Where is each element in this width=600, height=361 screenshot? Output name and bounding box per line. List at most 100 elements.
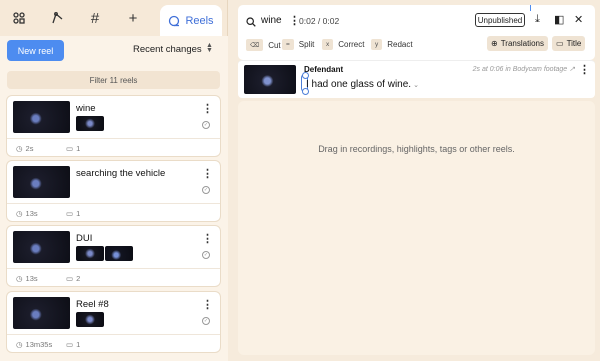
- reel-card[interactable]: DUI ⋮ ✓ ◷ 13s ▭ 2: [7, 226, 220, 286]
- correct-label: Correct: [338, 40, 365, 49]
- plus-icon[interactable]: +: [114, 0, 152, 36]
- hash-icon[interactable]: #: [76, 0, 114, 36]
- clip-row[interactable]: Defendant 2s at 0:06 in Bodycam footage …: [238, 60, 595, 98]
- transcript-text-value: I had one glass of wine.: [306, 79, 412, 90]
- reel-footer: ◷ 2s ▭ 1: [7, 138, 220, 156]
- reel-title: searching the vehicle: [76, 168, 166, 179]
- reel-footer: ◷ 13s ▭ 2: [7, 268, 220, 286]
- more-options-icon[interactable]: ⋮: [202, 298, 213, 311]
- reel-thumbnail: [13, 231, 70, 263]
- clip-thumbnail[interactable]: [244, 65, 296, 94]
- title-icon: ▭: [556, 39, 564, 48]
- filter-input[interactable]: Filter 11 reels: [7, 71, 220, 89]
- reel-clip-count-value: 1: [76, 144, 81, 153]
- reel-name[interactable]: wine: [261, 15, 282, 26]
- split-tool[interactable]: = Split: [282, 39, 314, 50]
- reels-list-panel: New reel Recent changes ▲ ▼ Filter 11 ree…: [0, 36, 228, 361]
- cut-label: Cut: [268, 40, 281, 50]
- correct-key: x: [322, 39, 334, 50]
- clock-icon: ◷: [16, 340, 23, 349]
- team-icon[interactable]: [0, 0, 38, 36]
- redact-label: Redact: [387, 40, 413, 49]
- transcript-text[interactable]: I had one glass of wine. ⌄: [306, 79, 419, 90]
- reel-clip-count: ▭ 2: [66, 274, 80, 283]
- reel-title: wine: [76, 103, 96, 114]
- drop-hint: Drag in recordings, highlights, tags or …: [318, 144, 515, 154]
- playback-time: 0:02 / 0:02: [299, 16, 340, 26]
- translations-label: Translations: [500, 39, 544, 48]
- chevron-down-icon[interactable]: ⌄: [413, 82, 419, 89]
- clock-icon: ◷: [16, 209, 23, 218]
- clip-source-link[interactable]: 2s at 0:06 in Bodycam footage ↗: [473, 65, 575, 73]
- title-button[interactable]: ▭ Title: [552, 36, 586, 51]
- reel-thumbnail: [13, 101, 70, 133]
- status-check-icon: ✓: [202, 317, 210, 325]
- drop-zone[interactable]: Drag in recordings, highlights, tags or …: [238, 101, 595, 355]
- speaker-name: Defendant: [304, 65, 344, 74]
- cut-key: ⌫: [246, 39, 264, 51]
- clip-thumbnail: [76, 246, 104, 261]
- reel-card[interactable]: wine ⋮ ✓ ◷ 2s ▭ 1: [7, 96, 220, 156]
- editor-toolbar: wine ⋮ 0:02 / 0:02 Unpublished ⤓ ◧ ✕ ⌫ Cu…: [238, 5, 595, 60]
- close-icon[interactable]: ✕: [574, 13, 583, 26]
- reel-footer: ◷ 13m35s ▭ 1: [7, 334, 220, 352]
- reel-duration-value: 13s: [25, 209, 38, 218]
- reels-icon: [169, 15, 180, 26]
- publish-status-button[interactable]: Unpublished: [475, 13, 525, 27]
- reel-duration-value: 13s: [25, 274, 38, 283]
- reel-title: DUI: [76, 233, 93, 244]
- reel-thumbnail: [13, 297, 70, 329]
- reel-duration-value: 13m35s: [25, 340, 53, 349]
- reel-duration-value: 2s: [25, 144, 34, 153]
- globe-icon: ⊕: [491, 39, 498, 48]
- reel-editor: wine ⋮ 0:02 / 0:02 Unpublished ⤓ ◧ ✕ ⌫ Cu…: [233, 0, 600, 361]
- download-icon[interactable]: ⤓: [535, 13, 540, 26]
- pen-icon[interactable]: [38, 0, 76, 36]
- more-options-icon[interactable]: ⋮: [202, 232, 213, 245]
- reel-duration: ◷ 2s: [16, 144, 33, 153]
- clip-menu-icon[interactable]: ⋮: [579, 63, 590, 76]
- cut-tool[interactable]: ⌫ Cut: [246, 39, 281, 51]
- reel-clip-count: ▭ 1: [66, 144, 80, 153]
- clip-thumbnail: [105, 246, 133, 261]
- reel-card[interactable]: Reel #8 ⋮ ✓ ◷ 13m35s ▭ 1: [7, 292, 220, 352]
- translations-button[interactable]: ⊕ Translations: [487, 36, 548, 51]
- status-check-icon: ✓: [202, 251, 210, 259]
- clip-icon: ▭: [66, 144, 74, 153]
- new-reel-button[interactable]: New reel: [7, 40, 64, 61]
- sidebar-toggle-icon[interactable]: ◧: [554, 13, 564, 26]
- status-check-icon: ✓: [202, 121, 210, 129]
- clip-icon: ▭: [66, 274, 74, 283]
- reel-clip-count-value: 1: [76, 209, 81, 218]
- reel-clip-count-value: 1: [76, 340, 81, 349]
- clip-thumbnail: [76, 312, 104, 327]
- correct-tool[interactable]: x Correct: [322, 39, 364, 50]
- more-options-icon[interactable]: ⋮: [202, 167, 213, 180]
- reel-duration: ◷ 13s: [16, 274, 38, 283]
- clock-icon: ◷: [16, 144, 23, 153]
- reel-duration: ◷ 13m35s: [16, 340, 52, 349]
- left-panel: # + Reels New reel Recent changes ▲ ▼ Fil…: [0, 0, 228, 361]
- reel-clip-count-value: 2: [76, 274, 81, 283]
- redact-key: y: [371, 39, 383, 50]
- clip-icon: ▭: [66, 209, 74, 218]
- reel-clip-count: ▭ 1: [66, 340, 80, 349]
- reel-card[interactable]: searching the vehicle ⋮ ✓ ◷ 13s ▭ 1: [7, 161, 220, 221]
- sort-dropdown[interactable]: Recent changes: [133, 44, 202, 55]
- redact-tool[interactable]: y Redact: [371, 39, 413, 50]
- more-options-icon[interactable]: ⋮: [202, 102, 213, 115]
- clip-thumbnail: [76, 116, 104, 131]
- search-icon[interactable]: [246, 17, 256, 27]
- playhead[interactable]: [530, 5, 531, 11]
- sort-arrows-icon[interactable]: ▲ ▼: [206, 42, 213, 54]
- reel-clip-count: ▭ 1: [66, 209, 80, 218]
- tab-reels-label: Reels: [185, 14, 214, 27]
- split-key: =: [282, 39, 294, 50]
- clip-icon: ▭: [66, 340, 74, 349]
- reel-thumbnail: [13, 166, 70, 198]
- status-check-icon: ✓: [202, 186, 210, 194]
- title-label: Title: [566, 39, 582, 48]
- reel-duration: ◷ 13s: [16, 209, 38, 218]
- tab-reels[interactable]: Reels: [160, 5, 222, 36]
- split-label: Split: [298, 40, 315, 49]
